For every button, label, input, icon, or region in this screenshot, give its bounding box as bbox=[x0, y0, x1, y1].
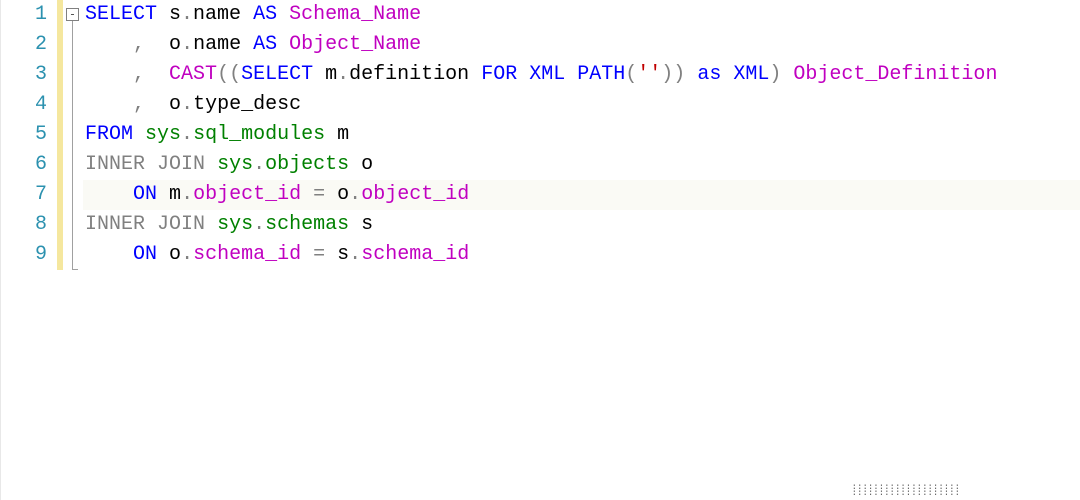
column: name bbox=[193, 3, 241, 26]
keyword-inner: INNER bbox=[85, 213, 145, 236]
keyword-as: as bbox=[697, 63, 721, 86]
column: definition bbox=[349, 63, 469, 86]
keyword-path: PATH bbox=[577, 63, 625, 86]
column: type_desc bbox=[193, 93, 301, 116]
modified-line-marker bbox=[57, 30, 63, 60]
resize-grip-icon[interactable]: :::::::::::::::::::::::::::::::::::::::: bbox=[852, 484, 960, 496]
keyword-join: JOIN bbox=[157, 153, 205, 176]
keyword-join: JOIN bbox=[157, 213, 205, 236]
modified-line-marker bbox=[57, 120, 63, 150]
table-alias: s bbox=[361, 213, 373, 236]
schema-name: sys bbox=[217, 153, 253, 176]
line-number[interactable]: 3 bbox=[1, 60, 55, 90]
dot: . bbox=[181, 3, 193, 26]
modification-indicator-column bbox=[55, 0, 65, 500]
modified-line-marker bbox=[57, 0, 63, 30]
keyword-inner: INNER bbox=[85, 153, 145, 176]
table-name: sql_modules bbox=[193, 123, 325, 146]
modified-line-marker bbox=[57, 150, 63, 180]
comma: , bbox=[133, 33, 145, 56]
type-xml: XML bbox=[733, 63, 769, 86]
sql-editor: 1 2 3 4 5 6 7 8 9 - SELECT s.name AS Sch… bbox=[0, 0, 1080, 500]
code-line[interactable]: , o.name AS Object_Name bbox=[83, 30, 1080, 60]
keyword-on: ON bbox=[133, 183, 157, 206]
code-line[interactable]: ON o.schema_id = s.schema_id bbox=[83, 240, 1080, 270]
output-alias: Object_Definition bbox=[793, 63, 997, 86]
column: schema_id bbox=[193, 243, 301, 266]
code-folding-column: - bbox=[65, 0, 83, 500]
keyword-from: FROM bbox=[85, 123, 133, 146]
code-line[interactable]: INNER JOIN sys.objects o bbox=[83, 150, 1080, 180]
line-number[interactable]: 6 bbox=[1, 150, 55, 180]
alias: s bbox=[157, 3, 181, 26]
fold-toggle-icon[interactable]: - bbox=[66, 8, 79, 21]
modified-line-marker bbox=[57, 240, 63, 270]
keyword-as: AS bbox=[253, 33, 277, 56]
line-number[interactable]: 8 bbox=[1, 210, 55, 240]
column: object_id bbox=[361, 183, 469, 206]
output-alias: Schema_Name bbox=[289, 3, 421, 26]
line-number[interactable]: 9 bbox=[1, 240, 55, 270]
code-line[interactable]: SELECT s.name AS Schema_Name bbox=[83, 0, 1080, 30]
keyword-xml: XML bbox=[529, 63, 565, 86]
line-number[interactable]: 7 bbox=[1, 180, 55, 210]
code-line[interactable]: , o.type_desc bbox=[83, 90, 1080, 120]
column: name bbox=[193, 33, 241, 56]
function-cast: CAST bbox=[169, 63, 217, 86]
output-alias: Object_Name bbox=[289, 33, 421, 56]
keyword-select: SELECT bbox=[241, 63, 313, 86]
alias: o bbox=[169, 33, 181, 56]
modified-line-marker bbox=[57, 210, 63, 240]
modified-line-marker bbox=[57, 60, 63, 90]
line-number[interactable]: 1 bbox=[1, 0, 55, 30]
table-name: objects bbox=[265, 153, 349, 176]
modified-line-marker bbox=[57, 180, 63, 210]
schema-name: sys bbox=[145, 123, 181, 146]
modified-line-marker bbox=[57, 90, 63, 120]
table-alias: m bbox=[337, 123, 349, 146]
comma: , bbox=[133, 93, 145, 116]
line-number[interactable]: 2 bbox=[1, 30, 55, 60]
equals: = bbox=[313, 243, 325, 266]
code-text-area[interactable]: SELECT s.name AS Schema_Name , o.name AS… bbox=[83, 0, 1080, 500]
fold-guide-line bbox=[72, 21, 73, 269]
keyword-select: SELECT bbox=[85, 3, 157, 26]
comma: , bbox=[133, 63, 145, 86]
code-line[interactable]: INNER JOIN sys.schemas s bbox=[83, 210, 1080, 240]
string-literal: '' bbox=[637, 63, 661, 86]
column: object_id bbox=[193, 183, 301, 206]
keyword-on: ON bbox=[133, 243, 157, 266]
keyword-for: FOR bbox=[481, 63, 517, 86]
schema-name: sys bbox=[217, 213, 253, 236]
line-number[interactable]: 4 bbox=[1, 90, 55, 120]
alias: o bbox=[169, 93, 181, 116]
equals: = bbox=[313, 183, 325, 206]
code-line-current[interactable]: ON m.object_id = o.object_id bbox=[83, 180, 1080, 210]
line-number-gutter: 1 2 3 4 5 6 7 8 9 bbox=[1, 0, 55, 500]
code-line[interactable]: , CAST((SELECT m.definition FOR XML PATH… bbox=[83, 60, 1080, 90]
table-alias: o bbox=[361, 153, 373, 176]
column: schema_id bbox=[361, 243, 469, 266]
keyword-as: AS bbox=[253, 3, 277, 26]
line-number[interactable]: 5 bbox=[1, 120, 55, 150]
table-name: schemas bbox=[265, 213, 349, 236]
code-line[interactable]: FROM sys.sql_modules m bbox=[83, 120, 1080, 150]
fold-end-marker bbox=[72, 269, 78, 270]
